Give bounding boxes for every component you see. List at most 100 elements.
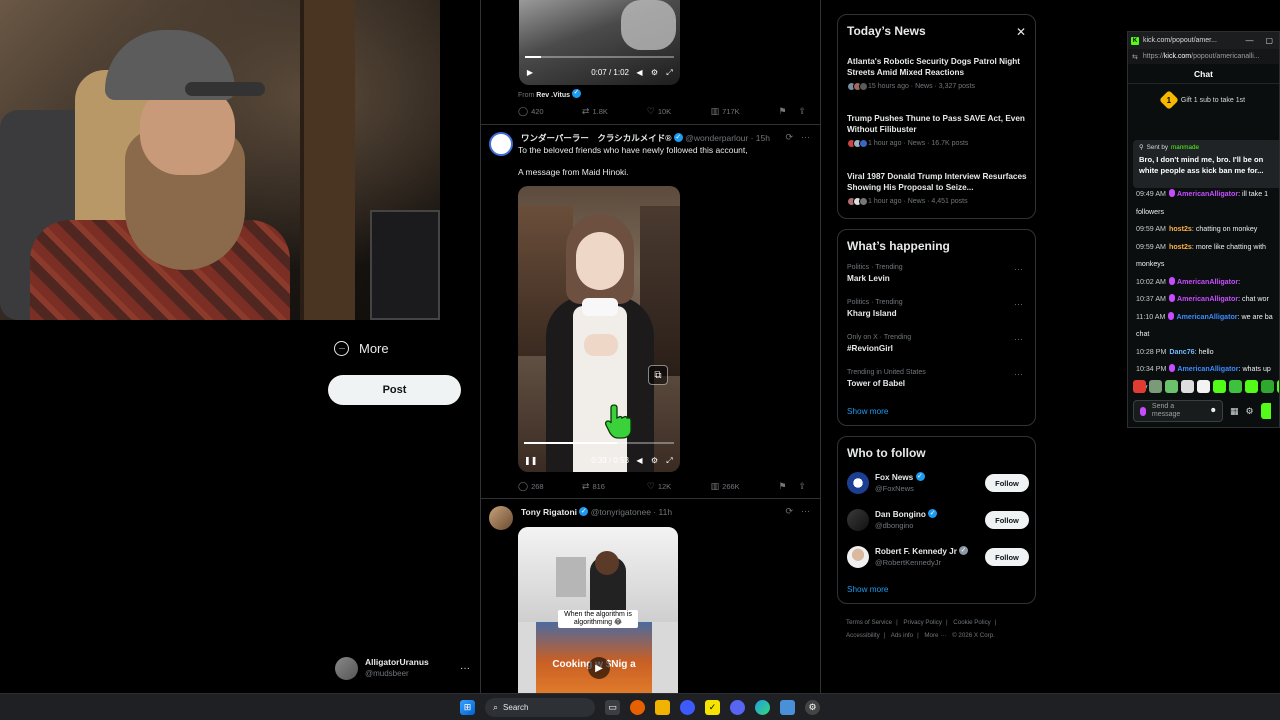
chat-username[interactable]: AmericanAlligator: [1177, 365, 1238, 373]
author-handle[interactable]: @tonyrigatonee: [591, 507, 651, 517]
show-more-link[interactable]: Show more: [847, 585, 888, 594]
settings-icon[interactable]: ⚙: [650, 68, 659, 77]
close-icon[interactable]: ✕: [1016, 25, 1026, 39]
follow-button[interactable]: Follow: [985, 511, 1029, 529]
grok-icon[interactable]: ⟳: [785, 132, 793, 143]
footer-link[interactable]: Accessibility: [846, 632, 880, 639]
emote-icon[interactable]: [1261, 380, 1274, 393]
video-player[interactable]: Cooking w $Nig a When the algorithm is a…: [518, 527, 678, 693]
chat-username[interactable]: Danc76: [1169, 348, 1194, 356]
news-item[interactable]: Trump Pushes Thune to Pass SAVE Act, Eve…: [847, 113, 1029, 148]
follow-suggestion[interactable]: Dan Bongino @dbongino Follow: [847, 507, 1029, 533]
more-dots-icon[interactable]: ···: [801, 506, 810, 517]
chat-message[interactable]: 10:37 AM AmericanAlligator: chat wor: [1136, 294, 1279, 305]
trend-item[interactable]: Only on X · Trending #RevionGirl ···: [847, 334, 1029, 353]
chat-username[interactable]: host2s: [1169, 225, 1192, 233]
repost-button[interactable]: ⇄ 1.8K: [582, 106, 647, 117]
follow-button[interactable]: Follow: [985, 474, 1029, 492]
chat-username[interactable]: AmericanAlligator: [1177, 278, 1238, 286]
settings-icon[interactable]: ⚙: [650, 456, 659, 465]
from-attribution[interactable]: From Rev .Vitus: [518, 88, 581, 99]
chat-username[interactable]: AmericanAlligator: [1177, 295, 1238, 303]
minimize-icon[interactable]: —: [1245, 36, 1253, 45]
video-player[interactable]: ⧉ ❚❚ 0:33 / 0:53 ◀ ⚙ ⤢: [518, 186, 680, 472]
emote-icon[interactable]: [1165, 380, 1178, 393]
emote-icon[interactable]: [1149, 380, 1162, 393]
pause-icon[interactable]: ❚❚: [524, 456, 537, 465]
account-switcher[interactable]: AlligatorUranus @mudsbeer ···: [335, 655, 470, 681]
settings-app-icon[interactable]: ⚙: [805, 699, 820, 715]
picture-in-picture-icon[interactable]: ⧉: [648, 365, 668, 385]
post-button[interactable]: Post: [328, 375, 461, 405]
trend-item[interactable]: Trending in United States Tower of Babel…: [847, 369, 1029, 388]
site-info-icon[interactable]: ⇆: [1132, 53, 1138, 61]
emote-icon[interactable]: [1133, 380, 1146, 393]
avatar[interactable]: [489, 132, 513, 156]
maximize-icon[interactable]: ▢: [1265, 36, 1273, 45]
footer-link[interactable]: Cookie Policy: [953, 619, 991, 626]
bookmark-icon[interactable]: ⚑: [778, 106, 786, 117]
more-dots-icon[interactable]: ···: [801, 132, 810, 143]
emote-icon[interactable]: [1181, 380, 1194, 393]
taskbar-search[interactable]: ⌕ Search: [485, 697, 595, 717]
tweet-age[interactable]: · 11h: [653, 507, 672, 517]
show-more-link[interactable]: Show more: [847, 407, 888, 416]
nav-more[interactable]: ··· More: [334, 337, 389, 359]
bookmark-icon[interactable]: ⚑: [778, 481, 786, 492]
window-titlebar[interactable]: K kick.com/popout/amer... — ▢: [1128, 32, 1279, 49]
more-dots-icon[interactable]: ···: [1014, 334, 1023, 344]
follow-suggestion[interactable]: Fox News @FoxNews Follow: [847, 470, 1029, 496]
views-button[interactable]: ▥ 717K: [711, 106, 779, 117]
share-icon[interactable]: ⇪: [798, 106, 806, 117]
like-button[interactable]: ♡ 10K: [647, 106, 711, 117]
chat-input[interactable]: Send a message ☻: [1133, 400, 1223, 422]
play-icon[interactable]: ▶: [588, 657, 610, 679]
play-icon[interactable]: ▶: [525, 68, 535, 77]
video-progress-bar[interactable]: [524, 442, 674, 444]
tweet-age[interactable]: · 15h: [751, 133, 770, 143]
reply-button[interactable]: ◯ 420: [518, 106, 582, 117]
footer-link[interactable]: Terms of Service: [846, 619, 892, 626]
author-handle[interactable]: @wonderparlour: [685, 133, 748, 143]
trend-item[interactable]: Politics · Trending Kharg Island ···: [847, 299, 1029, 318]
reply-button[interactable]: ◯ 268: [518, 481, 582, 492]
task-view-icon[interactable]: ▭: [605, 699, 620, 715]
chat-username[interactable]: AmericanAlligator: [1177, 190, 1238, 198]
more-dots-icon[interactable]: ···: [460, 663, 470, 674]
edge-icon[interactable]: [755, 699, 770, 715]
chat-message[interactable]: 10:02 AM AmericanAlligator:: [1136, 276, 1279, 288]
emoji-icon[interactable]: ☻: [1210, 407, 1217, 415]
discord-icon[interactable]: [730, 699, 745, 715]
chat-message[interactable]: 09:49 AM AmericanAlligator: ill take 1: [1136, 189, 1279, 200]
video-player-top[interactable]: ▶ 0:07 / 1:02 ◀ ⚙ ⤢: [519, 0, 680, 85]
gift-sub-banner[interactable]: 1 Gift 1 sub to take 1st: [1128, 90, 1279, 110]
file-explorer-icon[interactable]: [655, 699, 670, 715]
app-icon[interactable]: [680, 699, 695, 715]
paint-icon[interactable]: [780, 699, 795, 715]
windows-start-icon[interactable]: ⊞: [460, 699, 475, 715]
chat-message[interactable]: 10:28 PM Danc76: hello: [1136, 347, 1279, 358]
send-button[interactable]: [1260, 403, 1271, 419]
chat-message[interactable]: monkeys: [1136, 259, 1279, 270]
grok-icon[interactable]: ⟳: [785, 506, 793, 517]
footer-link[interactable]: Ads info: [891, 632, 913, 639]
chat-message[interactable]: followers: [1136, 207, 1279, 218]
more-dots-icon[interactable]: ···: [1014, 299, 1023, 309]
video-progress-bar[interactable]: [525, 56, 674, 58]
notes-icon[interactable]: ✓: [705, 699, 720, 715]
chat-message[interactable]: 09:59 AM host2s: chatting on monkey: [1136, 224, 1279, 235]
follow-suggestion[interactable]: Robert F. Kennedy Jr @RobertKennedyJr Fo…: [847, 544, 1029, 570]
trend-item[interactable]: Politics · Trending Mark Levin ···: [847, 264, 1029, 283]
chat-message[interactable]: 09:59 AM host2s: more like chatting with: [1136, 242, 1279, 253]
views-button[interactable]: ▥ 266K: [711, 481, 779, 492]
emote-icon[interactable]: [1229, 380, 1242, 393]
news-item[interactable]: Viral 1987 Donald Trump Interview Resurf…: [847, 171, 1029, 206]
chat-username[interactable]: host2s: [1169, 243, 1192, 251]
author-name[interactable]: Tony Rigatoni: [521, 507, 577, 517]
volume-icon[interactable]: ◀: [635, 68, 644, 77]
more-dots-icon[interactable]: ···: [1014, 264, 1023, 274]
news-item[interactable]: Atlanta's Robotic Security Dogs Patrol N…: [847, 56, 1029, 91]
pinned-message[interactable]: ⚲ Sent by manmade Bro, I don't mind me, br…: [1133, 140, 1279, 188]
avatar[interactable]: [489, 506, 513, 530]
gear-icon[interactable]: ⚙: [1246, 406, 1254, 417]
